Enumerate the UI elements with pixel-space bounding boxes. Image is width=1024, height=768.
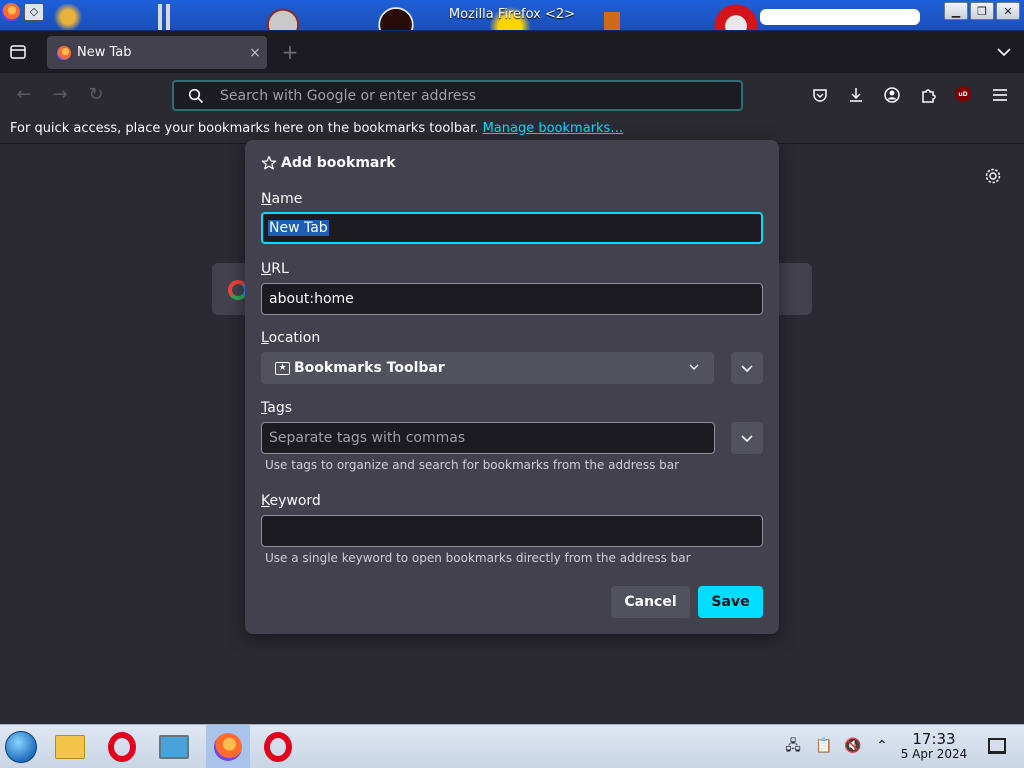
url-label-accesskey: U [261, 261, 272, 277]
chevron-down-icon [741, 365, 753, 373]
manage-bookmarks-link[interactable]: Manage bookmarks… [483, 121, 624, 136]
account-icon[interactable] [882, 85, 902, 105]
start-menu-button[interactable] [5, 731, 37, 763]
window-titlebar: ◇ Mozilla Firefox <2> ▁ ❐ ✕ [0, 0, 1024, 31]
location-label-accesskey: L [261, 330, 269, 346]
name-label-text: ame [271, 191, 303, 207]
search-icon [188, 88, 204, 103]
url-field[interactable]: about:home [261, 283, 763, 315]
reload-button[interactable]: ↻ [86, 85, 106, 105]
tags-placeholder: Separate tags with commas [269, 430, 466, 446]
tab-label: New Tab [77, 45, 132, 60]
folder-icon [55, 735, 85, 759]
tab-strip: New Tab × + [0, 31, 1024, 73]
keyword-field[interactable] [261, 515, 763, 547]
navigation-toolbar: ← → ↻ Search with Google or enter addres… [0, 73, 1024, 117]
monitor-icon [159, 735, 189, 759]
bookmarks-toolbar-icon: ★ [275, 361, 290, 375]
minimize-button[interactable]: ▁ [944, 2, 968, 20]
chevron-down-icon [689, 364, 699, 370]
opera-icon [108, 732, 136, 762]
tags-label: Tags [261, 400, 292, 416]
taskbar-opera[interactable] [104, 729, 140, 765]
taskbar-opera-2[interactable] [260, 729, 296, 765]
window-title: Mozilla Firefox <2> [448, 7, 576, 22]
clock-time: 17:33 [912, 730, 956, 748]
folder-tree-expander-button[interactable] [731, 352, 763, 384]
ublock-origin-icon[interactable]: uD [955, 86, 971, 102]
opera-icon [264, 732, 292, 762]
location-label: Location [261, 330, 320, 346]
firefox-view-icon[interactable] [9, 43, 27, 61]
gear-icon[interactable] [984, 167, 1002, 185]
cancel-button[interactable]: Cancel [611, 586, 690, 618]
tags-expander-button[interactable] [731, 422, 763, 454]
clock[interactable]: 17:33 5 Apr 2024 [898, 730, 970, 761]
address-bar[interactable]: Search with Google or enter address [172, 80, 743, 111]
tags-label-text: ags [267, 400, 292, 416]
tab-close-icon[interactable]: × [243, 45, 267, 61]
name-label: Name [261, 191, 302, 207]
dialog-header: Add bookmark [261, 155, 396, 171]
close-button[interactable]: ✕ [996, 2, 1020, 20]
tray-network-icon[interactable]: 🖧 [784, 737, 802, 755]
name-label-accesskey: N [261, 191, 272, 207]
downloads-icon[interactable] [846, 85, 866, 105]
clock-date: 5 Apr 2024 [900, 746, 968, 761]
keyword-hint: Use a single keyword to open bookmarks d… [265, 551, 691, 565]
url-label-text: RL [271, 261, 289, 277]
name-field[interactable]: New Tab [261, 212, 763, 244]
tray-clipboard-icon[interactable]: 📋 [815, 737, 833, 755]
taskbar-firefox[interactable] [206, 725, 250, 768]
maximize-button[interactable]: ❐ [970, 2, 994, 20]
keyword-label: Keyword [261, 493, 321, 509]
new-tab-button[interactable]: + [280, 40, 300, 64]
chevron-down-icon [741, 435, 753, 443]
address-placeholder: Search with Google or enter address [220, 87, 477, 104]
tab-new-tab[interactable]: New Tab × [47, 36, 267, 69]
keyword-label-text: eyword [269, 493, 321, 509]
dialog-title: Add bookmark [281, 155, 396, 171]
extensions-icon[interactable] [918, 85, 938, 105]
save-button[interactable]: Save [698, 586, 763, 618]
firefox-icon [214, 733, 242, 761]
url-label: URL [261, 261, 289, 277]
window-controls: ▁ ❐ ✕ [944, 2, 1020, 20]
tray-expand-icon[interactable]: ⌃ [873, 737, 891, 755]
pocket-icon[interactable] [810, 85, 830, 105]
tags-hint: Use tags to organize and search for book… [265, 458, 680, 472]
back-button[interactable]: ← [14, 85, 34, 105]
firefox-favicon-icon [57, 45, 71, 60]
add-bookmark-dialog: Add bookmark Name New Tab URL about:home… [245, 140, 779, 634]
menu-icon[interactable] [990, 85, 1010, 105]
name-field-value: New Tab [268, 220, 329, 236]
location-label-text: ocation [268, 330, 321, 346]
tags-field[interactable]: Separate tags with commas [261, 422, 715, 454]
list-all-tabs-icon[interactable] [996, 43, 1012, 61]
taskbar-control-panel[interactable] [156, 729, 192, 765]
forward-button[interactable]: → [50, 85, 70, 105]
show-desktop-icon[interactable] [988, 738, 1006, 754]
taskbar: 🖧 📋 🔇 ⌃ 17:33 5 Apr 2024 [0, 724, 1024, 768]
star-icon [261, 155, 277, 170]
tray-volume-muted-icon[interactable]: 🔇 [844, 737, 862, 755]
url-field-value: about:home [269, 291, 354, 307]
taskbar-file-manager[interactable] [52, 729, 88, 765]
location-select[interactable]: ★ Bookmarks Toolbar [261, 352, 714, 384]
bookmarks-toolbar-message: For quick access, place your bookmarks h… [10, 121, 479, 136]
location-select-value: Bookmarks Toolbar [294, 360, 445, 376]
